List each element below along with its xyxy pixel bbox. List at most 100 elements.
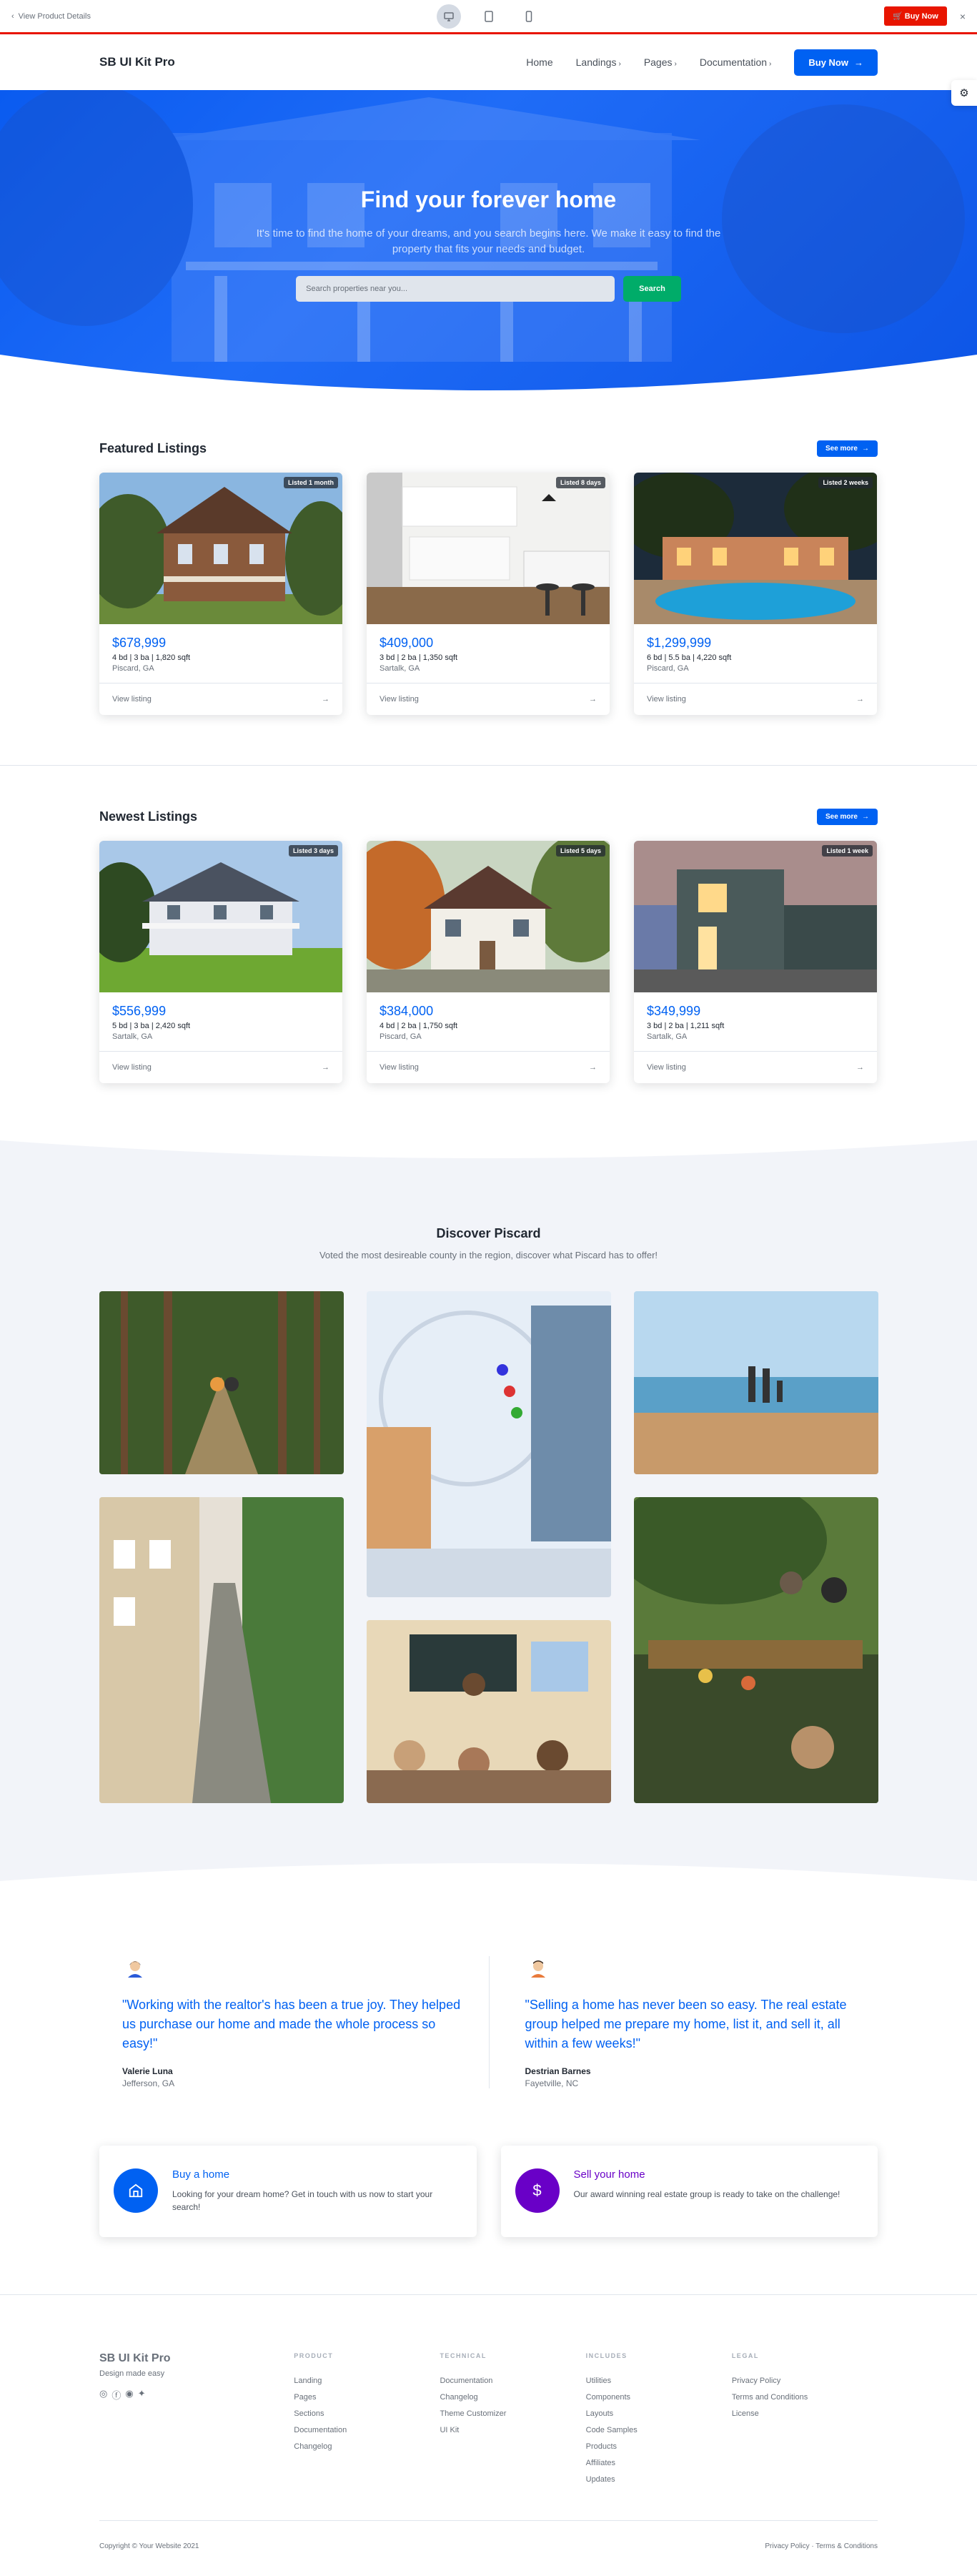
nav-documentation[interactable]: Documentation › [700,56,772,68]
footer-link[interactable]: Sections [294,2409,440,2418]
footer-link[interactable]: Code Samples [586,2426,732,2434]
gallery-photo-beach-family[interactable] [634,1291,878,1474]
listing-card[interactable]: Listed 2 weeks $1,299,999 6 bd | 5.5 ba … [634,473,877,715]
theme-settings-button[interactable]: ⚙ [951,80,977,106]
listing-card[interactable]: Listed 1 week $349,999 3 bd | 2 ba | 1,2… [634,841,877,1083]
listing-location: Sartalk, GA [647,1032,688,1041]
footer-col-technical: TECHNICAL Documentation Changelog Theme … [440,2352,585,2492]
nav-home[interactable]: Home [526,56,552,68]
footer-tagline: Design made easy [99,2369,165,2378]
footer-link[interactable]: Documentation [440,2377,585,2385]
footer-link[interactable]: Terms and Conditions [732,2393,878,2402]
gear-icon: ⚙ [959,87,969,99]
footer-link[interactable]: Documentation [294,2426,440,2434]
property-search-input[interactable]: Search properties near you... [296,275,615,302]
search-button[interactable]: Search [623,275,681,302]
view-listing-link[interactable]: View listing → [99,684,342,715]
chevron-right-icon: › [769,60,772,68]
listing-card[interactable]: Listed 1 month $678,999 4 bd | 3 ba | 1,… [99,473,342,715]
github-icon[interactable]: ◉ [125,2388,133,2402]
chevron-right-icon: › [674,60,677,68]
gallery-photo-ferris-wheel[interactable] [367,1291,611,1597]
listing-card[interactable]: Listed 8 days $409,000 3 bd | 2 ba | 1,3… [367,473,610,715]
footer-link[interactable]: Affiliates [586,2459,732,2467]
preview-buy-now-button[interactable]: 🛒 Buy Now [883,6,947,26]
footer-link[interactable]: Layouts [586,2409,732,2418]
gallery-photo-classroom[interactable] [367,1619,611,1803]
footer-link[interactable]: UI Kit [440,2426,585,2434]
listing-price: $349,999 [647,1004,701,1018]
listing-image: Listed 1 month [99,473,342,624]
desktop-view-button[interactable] [436,4,461,29]
footer-link[interactable]: Theme Customizer [440,2409,585,2418]
footer-link[interactable]: Changelog [294,2442,440,2451]
footer-link[interactable]: Pages [294,2393,440,2402]
footer-link[interactable]: Changelog [440,2393,585,2402]
arrow-right-icon: → [856,1063,864,1072]
facebook-icon[interactable]: ⓕ [111,2388,121,2402]
instagram-icon[interactable]: ◎ [99,2388,107,2402]
card-body: $1,299,999 6 bd | 5.5 ba | 4,220 sqft Pi… [634,624,877,684]
view-listing-link[interactable]: View listing → [99,1052,342,1083]
buy-home-card[interactable]: Buy a home Looking for your dream home? … [99,2145,477,2237]
gallery-photo-cobblestone-street[interactable] [99,1496,344,1803]
featured-listings-section: Featured Listings See more → Listed 1 mo… [0,398,977,765]
avatar [122,1955,148,1982]
featured-see-more-button[interactable]: See more → [816,440,878,457]
sell-home-card[interactable]: $ Sell your home Our award winning real … [500,2145,878,2237]
listed-badge: Listed 1 week [822,845,873,857]
monitor-icon [443,11,454,21]
view-listing-link[interactable]: View listing → [367,1052,610,1083]
arrow-right-icon: → [322,1063,329,1072]
newest-header: Newest Listings See more → [99,809,878,825]
view-listing-link[interactable]: View listing → [367,684,610,715]
testimonial-name: Valerie Luna [122,2066,173,2076]
cottage-photo [367,841,610,992]
nav-buy-now-button[interactable]: Buy Now → [794,49,878,76]
view-product-details-link[interactable]: ‹ View Product Details [11,12,91,21]
listing-specs: 4 bd | 3 ba | 1,820 sqft [112,653,191,662]
footer-link[interactable]: Updates [586,2475,732,2484]
view-listing-link[interactable]: View listing → [634,684,877,715]
curve-divider-top [0,1133,977,1158]
chevron-right-icon: › [618,60,621,68]
tablet-view-button[interactable] [477,4,501,29]
footer-link[interactable]: Components [586,2393,732,2402]
footer-link[interactable]: Products [586,2442,732,2451]
footer-bottom: Copyright © Your Website 2021 Privacy Po… [99,2521,878,2550]
testimonial-quote: "Selling a home has never been so easy. … [525,1997,847,2051]
footer-link[interactable]: Privacy Policy [732,2377,878,2385]
twitter-icon[interactable]: ✦ [138,2388,146,2402]
discover-title: Discover Piscard [436,1226,541,1240]
pool-villa-photo [634,473,877,624]
social-links: ◎ ⓕ ◉ ✦ [99,2388,294,2402]
gallery-photo-farmers-market[interactable] [634,1496,878,1803]
footer-col-product: PRODUCT Landing Pages Sections Documenta… [294,2352,440,2492]
nav-landings[interactable]: Landings › [576,56,621,68]
brand-logo[interactable]: SB UI Kit Pro [99,55,175,69]
listing-card[interactable]: Listed 3 days $556,999 5 bd | 3 ba | 2,4… [99,841,342,1083]
listing-specs: 6 bd | 5.5 ba | 4,220 sqft [647,653,732,662]
nav-pages[interactable]: Pages › [644,56,677,68]
hero-wave-divider [0,355,977,398]
arrow-right-icon: → [322,695,329,704]
footer-link[interactable]: License [732,2409,878,2418]
mobile-view-button[interactable] [517,4,541,29]
listing-specs: 5 bd | 3 ba | 2,420 sqft [112,1022,191,1030]
listing-location: Sartalk, GA [112,1032,153,1041]
close-preview-button[interactable]: × [960,11,966,22]
featured-header: Featured Listings See more → [99,440,878,457]
listing-location: Piscard, GA [112,664,154,673]
featured-cards: Listed 1 month $678,999 4 bd | 3 ba | 1,… [99,473,878,715]
legal-links[interactable]: Privacy Policy · Terms & Conditions [765,2542,878,2550]
arrow-right-icon: → [862,813,869,821]
footer-link[interactable]: Utilities [586,2377,732,2385]
listing-card[interactable]: Listed 5 days $384,000 4 bd | 2 ba | 1,7… [367,841,610,1083]
listed-badge: Listed 1 month [283,477,338,488]
gallery-photo-forest-couple[interactable] [99,1291,344,1474]
footer-link[interactable]: Landing [294,2377,440,2385]
newest-see-more-button[interactable]: See more → [816,809,878,825]
card-body: $556,999 5 bd | 3 ba | 2,420 sqft Sartal… [99,992,342,1052]
newest-cards: Listed 3 days $556,999 5 bd | 3 ba | 2,4… [99,841,878,1083]
view-listing-link[interactable]: View listing → [634,1052,877,1083]
